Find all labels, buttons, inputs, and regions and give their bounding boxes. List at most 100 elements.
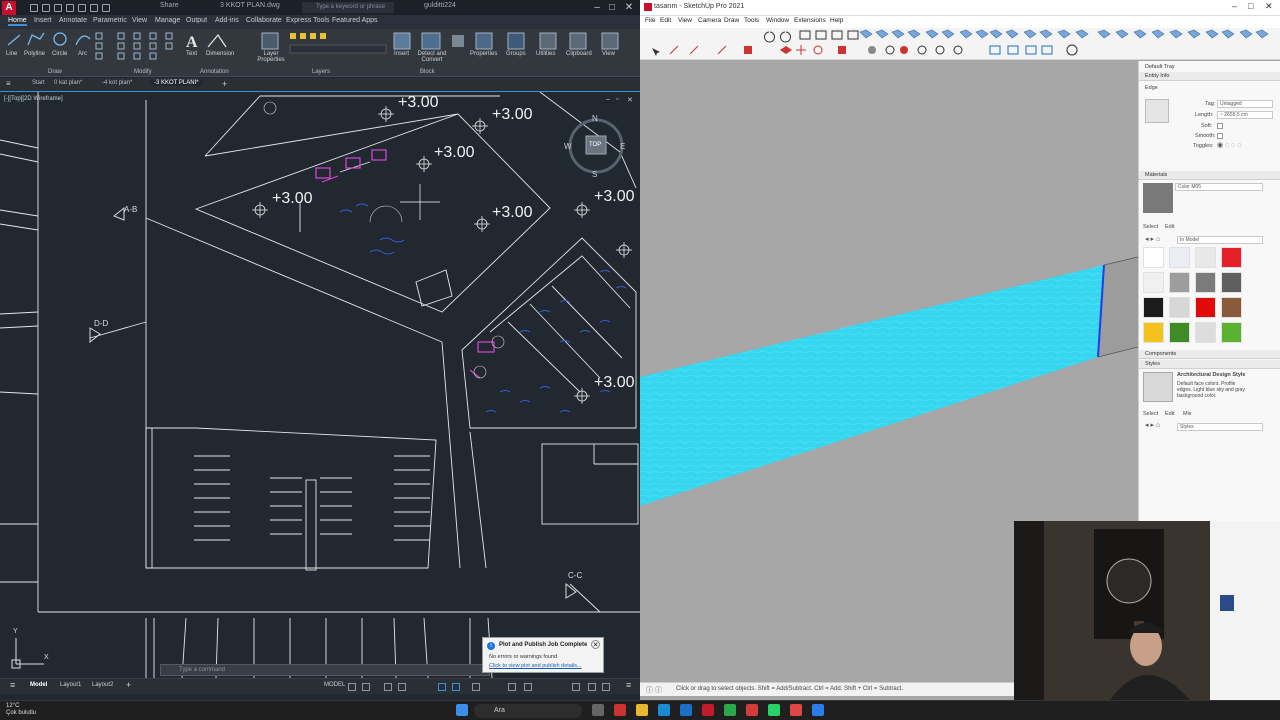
group-annotation[interactable]: Annotation [200,69,229,75]
materials-select-tab[interactable]: Select [1143,224,1158,230]
length-field[interactable]: ~ 2655,5 cm [1217,111,1273,119]
clean-screen-icon[interactable] [602,683,610,691]
group-draw[interactable]: Draw [48,69,62,75]
file-explorer-icon[interactable] [636,704,648,716]
app-icon[interactable] [746,704,758,716]
materials-header[interactable]: Materials [1139,171,1280,180]
menu-draw[interactable]: Draw [724,17,739,24]
doc-tab-3-kkot[interactable]: -3 KKOT PLANI* [150,80,203,86]
command-line-input[interactable]: Type a command [160,664,490,676]
edge-icon[interactable] [658,704,670,716]
materials-nav-icons[interactable]: ◂ ▸ ⌂ [1145,235,1160,243]
group-layers[interactable]: Layers [312,69,330,75]
layout-tab-layout2[interactable]: Layout2 [92,682,113,688]
components-header[interactable]: Components [1139,350,1280,359]
view-tool[interactable]: View [602,51,615,57]
material-swatch[interactable] [1221,297,1242,318]
visibility-toggle-icons[interactable]: ◉ ◌ ◌ ◌ [1217,141,1241,149]
store-icon[interactable] [680,704,692,716]
materials-edit-tab[interactable]: Edit [1165,224,1174,230]
tab-collaborate[interactable]: Collaborate [246,17,282,24]
material-swatch[interactable] [1195,297,1216,318]
material-name-field[interactable]: Color M05 [1175,183,1263,191]
viewcube-east[interactable]: E [620,142,625,151]
doc-tab-start[interactable]: Start [32,80,45,86]
styles-select-tab[interactable]: Select [1143,411,1158,417]
osnap-icon[interactable] [438,683,446,691]
menu-window[interactable]: Window [766,17,789,24]
ortho-icon[interactable] [384,683,392,691]
material-swatch[interactable] [1143,322,1164,343]
photos-icon[interactable] [812,704,824,716]
entity-info-header[interactable]: Entity Info [1139,72,1280,81]
group-block[interactable]: Block [420,69,435,75]
material-swatch[interactable] [1169,272,1190,293]
circle-tool[interactable]: Circle [52,51,67,57]
group-modify[interactable]: Modify [134,69,152,75]
menu-camera[interactable]: Camera [698,17,721,24]
minimize-icon[interactable]: – [590,1,604,14]
viewcube-north[interactable]: N [592,114,598,123]
material-swatch[interactable] [1195,272,1216,293]
material-swatch[interactable] [1221,247,1242,268]
annotation-scale-icon[interactable] [508,683,516,691]
grid-icon[interactable] [348,683,356,691]
status-info-icons[interactable]: ⓘ ⓘ [646,685,662,695]
material-swatch[interactable] [1143,272,1164,293]
chrome-icon[interactable] [614,704,626,716]
start-icon[interactable] [456,704,468,716]
taskbar-search[interactable]: Ara [474,704,582,718]
text-tool[interactable]: Text [186,51,197,57]
menu-icon[interactable]: ≡ [6,79,11,88]
close-icon[interactable]: ✕ [622,1,636,14]
sketchup-maximize-icon[interactable]: □ [1248,1,1253,11]
tab-output[interactable]: Output [186,17,207,24]
polar-icon[interactable] [398,683,406,691]
undo-icon[interactable] [90,4,98,12]
styles-edit-tab[interactable]: Edit [1165,411,1174,417]
plot-publish-notification[interactable]: i Plot and Publish Job Complete ✕ No err… [482,637,604,673]
polyline-tool[interactable]: Polyline [24,51,45,57]
sketchup-close-icon[interactable]: ✕ [1265,1,1273,12]
menu-tools[interactable]: Tools [744,17,759,24]
keyword-search-input[interactable]: Type a keyword or phrase [302,2,394,13]
utilities-tool[interactable]: Utilities [536,51,555,57]
model-space-toggle[interactable]: MODEL [324,682,345,688]
lineweight-icon[interactable] [472,683,480,691]
redo-icon[interactable] [102,4,110,12]
hardware-accel-icon[interactable] [588,683,596,691]
new-icon[interactable] [30,4,38,12]
material-swatch[interactable] [1221,272,1242,293]
insert-tool[interactable]: Insert [394,51,409,57]
viewcube-west[interactable]: W [564,142,572,151]
tab-express-tools[interactable]: Express Tools [286,17,329,24]
viewport-close-icon[interactable]: ✕ [627,96,633,104]
task-view-icon[interactable] [592,704,604,716]
notification-details-link[interactable]: Click to view plot and publish details..… [489,663,582,669]
arc-tool[interactable]: Arc [78,51,87,57]
whatsapp-icon[interactable] [724,704,736,716]
material-swatch[interactable] [1143,297,1164,318]
customize-icon[interactable]: ≡ [626,680,631,690]
tab-manage[interactable]: Manage [155,17,180,24]
tab-featured-apps[interactable]: Featured Apps [332,17,378,24]
layout-menu-icon[interactable]: ≡ [10,680,15,690]
styles-collection-select[interactable]: Styles [1177,423,1263,431]
autocad-logo[interactable]: A [2,1,16,15]
material-swatch[interactable] [1169,322,1190,343]
workspace-icon[interactable] [524,683,532,691]
open-icon[interactable] [42,4,50,12]
viewcube-south[interactable]: S [592,170,597,179]
layout-tab-model[interactable]: Model [30,682,47,688]
menu-extensions[interactable]: Extensions [794,17,826,24]
user-account[interactable]: gulditti224 [424,2,456,9]
soft-checkbox[interactable] [1217,123,1223,129]
menu-file[interactable]: File [645,17,655,24]
layer-properties-tool[interactable]: Layer Properties [254,51,288,63]
tab-annotate[interactable]: Annotate [59,17,87,24]
isolate-icon[interactable] [572,683,580,691]
tab-home[interactable]: Home [8,17,27,26]
notification-close-icon[interactable]: ✕ [591,640,600,649]
viewport-restore-icon[interactable]: ▫ [616,96,618,103]
menu-help[interactable]: Help [830,17,843,24]
